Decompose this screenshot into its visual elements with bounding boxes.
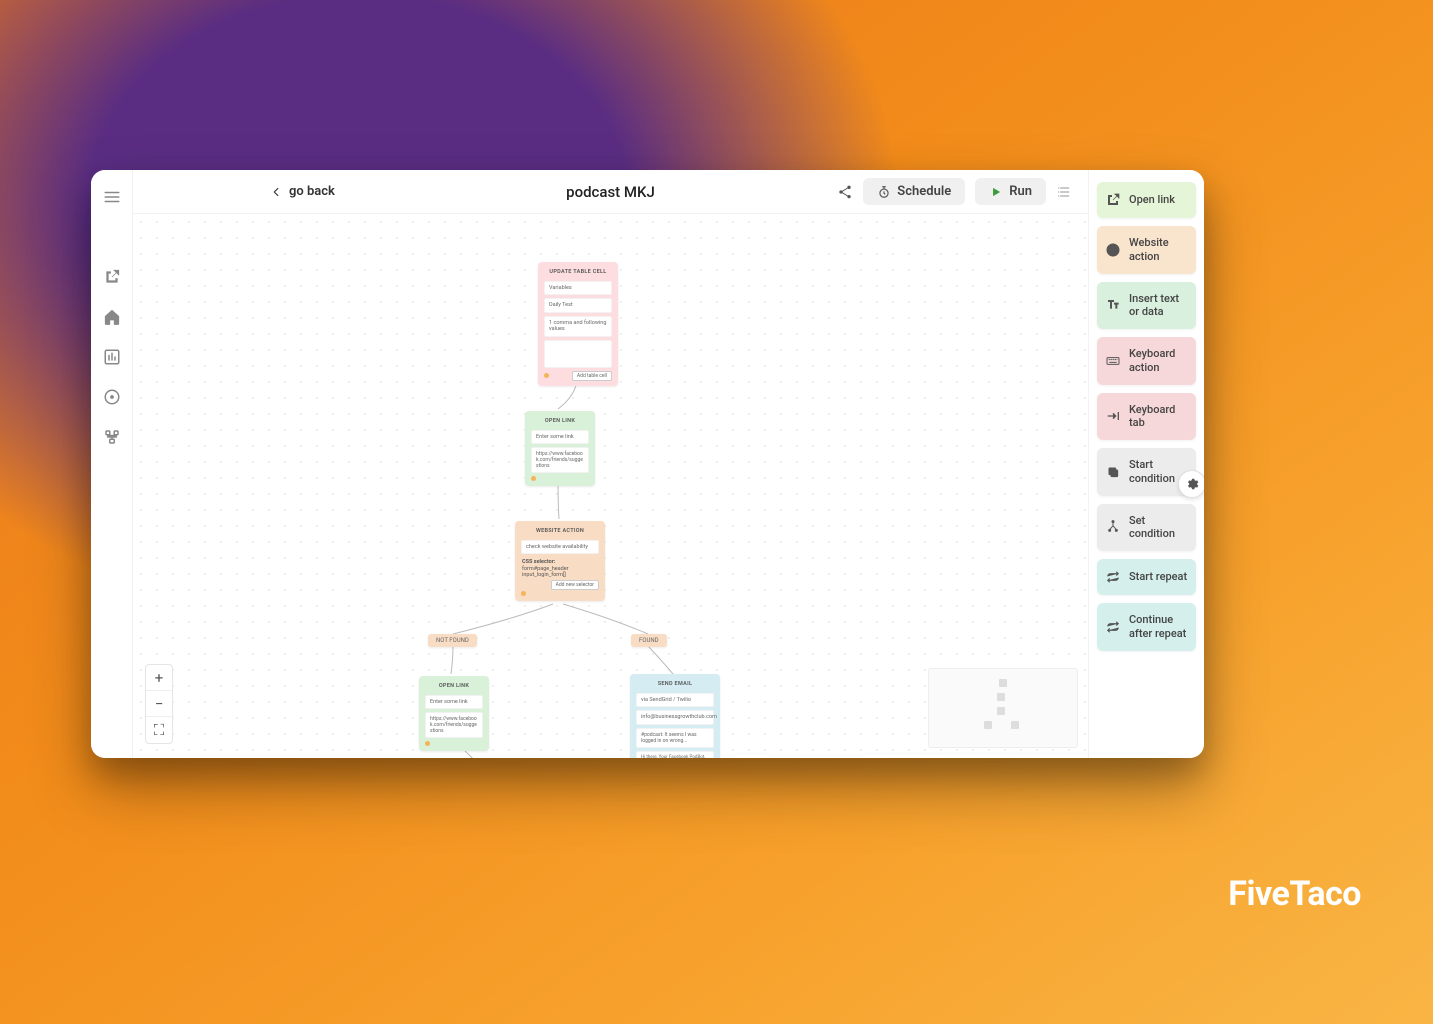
action-label: Keyboard action [1129,347,1188,375]
run-label: Run [1009,184,1032,199]
schedule-button[interactable]: Schedule [863,178,965,205]
action-insert-text[interactable]: Insert text or data [1097,282,1196,330]
node-field[interactable]: 1 comma and following values [544,316,612,337]
action-label: Insert text or data [1129,292,1188,320]
branch-found: FOUND [631,634,667,647]
zoom-out-button[interactable]: − [146,691,172,717]
node-send-email[interactable]: SEND EMAIL via SendGrid / Twilio info@bu… [630,674,720,758]
node-open-link-2[interactable]: OPEN LINK Enter some link https://www.fa… [419,676,489,751]
node-header: OPEN LINK [531,416,589,427]
minimap[interactable] [928,668,1078,748]
action-keyboard-tab[interactable]: Keyboard tab [1097,393,1196,441]
node-website-action[interactable]: WEBSITE ACTION check website availabilit… [515,521,605,601]
share-icon[interactable] [837,184,853,200]
email-subject-field[interactable]: #podcast: It seems I was logged in on wr… [636,728,714,748]
actions-panel: Open link Website action Insert text or … [1088,170,1204,758]
node-update-table-cell[interactable]: UPDATE TABLE CELL Variables Daily Test 1… [538,262,618,386]
settings-floating-button[interactable] [1178,470,1204,498]
node-label: Enter some link [425,695,483,710]
node-status-dot [521,591,526,596]
action-label: Open link [1129,193,1175,207]
node-header: SEND EMAIL [636,679,714,690]
node-status-dot [531,476,536,481]
flow-canvas[interactable]: UPDATE TABLE CELL Variables Daily Test 1… [133,214,1088,758]
flow-icon[interactable] [103,428,121,446]
css-selector-value: form#page_header input_login_form[] [522,566,569,579]
text-icon [1105,297,1121,313]
email-via-field[interactable]: via SendGrid / Twilio [636,693,714,708]
node-desc[interactable]: check website availability [521,540,599,555]
help-icon[interactable] [103,388,121,406]
node-status-dot [425,741,430,746]
node-label: Enter some link [531,430,589,445]
action-label: Set condition [1129,514,1188,542]
keyboard-icon [1105,353,1121,369]
action-label: Website action [1129,236,1188,264]
action-label: Keyboard tab [1129,403,1188,431]
action-continue-repeat[interactable]: Continue after repeat [1097,603,1196,651]
action-keyboard-action[interactable]: Keyboard action [1097,337,1196,385]
node-status-dot [544,373,549,378]
action-open-link[interactable]: Open link [1097,182,1196,218]
left-rail [91,170,133,758]
go-back-button[interactable]: go back [269,184,335,199]
list-view-icon[interactable] [1056,184,1072,200]
node-open-link[interactable]: OPEN LINK Enter some link https://www.fa… [525,411,595,486]
page-title: podcast MKJ [566,183,655,201]
node-header: OPEN LINK [425,681,483,692]
topbar: go back podcast MKJ Schedule Run [133,170,1088,214]
schedule-label: Schedule [897,184,951,199]
node-url-field[interactable]: https://www.facebook.com/friends/suggest… [425,712,483,738]
repeat-icon [1105,569,1121,585]
repeat-continue-icon [1105,619,1121,635]
menu-icon[interactable] [103,188,121,206]
branch-not-found: NOT FOUND [428,634,477,647]
node-field[interactable]: Daily Test [544,298,612,313]
email-body-field[interactable]: Hi there, Your Facebook PodBot, which he… [636,751,714,758]
action-set-condition[interactable]: Set condition [1097,504,1196,552]
globe-icon [1105,242,1121,258]
layers-icon [1105,464,1121,480]
node-header: UPDATE TABLE CELL [544,267,612,278]
action-website-action[interactable]: Website action [1097,226,1196,274]
zoom-in-button[interactable]: + [146,665,172,691]
zoom-controls: + − ⛶ [145,664,173,744]
action-label: Continue after repeat [1129,613,1188,641]
gear-icon [1185,477,1199,491]
email-to-field[interactable]: info@businessgrowthclub.com [636,710,714,725]
action-label: Start repeat [1129,570,1187,584]
node-textarea[interactable] [544,340,612,368]
node-add-selector-button[interactable]: Add new selector [551,580,599,590]
home-icon[interactable] [103,308,121,326]
node-header: WEBSITE ACTION [521,526,599,537]
chart-icon[interactable] [103,348,121,366]
action-start-repeat[interactable]: Start repeat [1097,559,1196,595]
tab-icon [1105,408,1121,424]
main-area: go back podcast MKJ Schedule Run [133,170,1088,758]
topbar-right: Schedule Run [837,178,1072,205]
zoom-fit-button[interactable]: ⛶ [146,717,172,743]
go-back-label: go back [289,184,335,199]
run-button[interactable]: Run [975,178,1046,205]
node-add-button[interactable]: Add table cell [572,371,612,381]
node-field[interactable]: Variables [544,281,612,296]
branch-icon [1105,519,1121,535]
open-link-icon [1105,192,1121,208]
css-selector-label: CSS selector: [522,559,555,565]
open-external-icon[interactable] [103,268,121,286]
node-url-field[interactable]: https://www.facebook.com/friends/suggest… [531,447,589,473]
app-window: go back podcast MKJ Schedule Run [91,170,1204,758]
brand-logo: FiveTaco [1228,874,1361,914]
